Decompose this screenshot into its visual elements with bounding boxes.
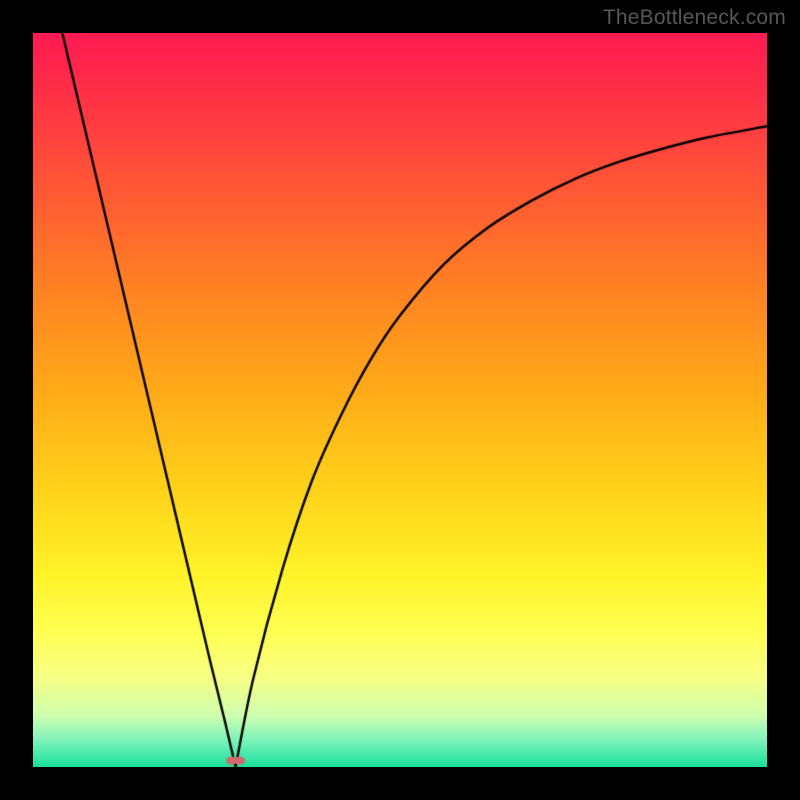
plot-area <box>33 33 767 767</box>
chart-canvas <box>33 33 767 767</box>
watermark-text: TheBottleneck.com <box>603 6 786 30</box>
chart-frame: TheBottleneck.com <box>0 0 800 800</box>
